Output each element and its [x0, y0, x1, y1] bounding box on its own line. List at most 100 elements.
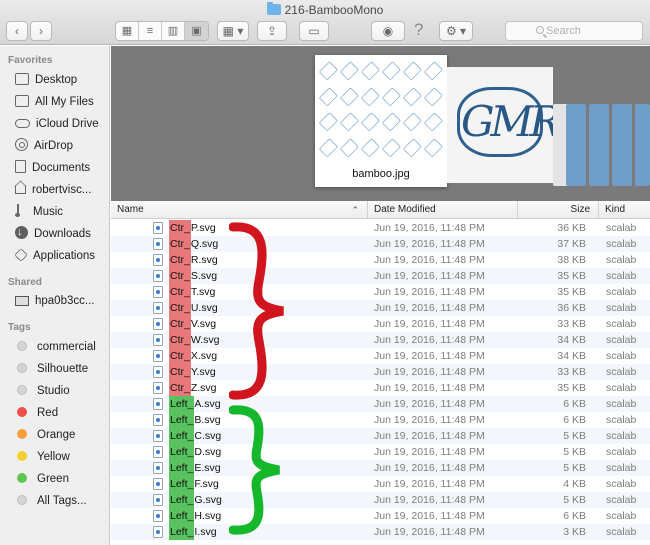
help-icon[interactable]: ? [414, 20, 423, 40]
sidebar-item-downloads[interactable]: Downloads [15, 222, 91, 244]
column-header-name[interactable]: Name ⌃ [111, 201, 367, 219]
tag-item-silhouette[interactable]: Silhouette [15, 359, 88, 379]
table-row[interactable]: Ctr_Z.svg Jun 19, 2016, 11:48 PM 35 KB scal… [111, 380, 650, 396]
tag-label: Silhouette [37, 363, 89, 375]
table-row[interactable]: Left_E.svg Jun 19, 2016, 11:48 PM 5 KB scal… [111, 460, 650, 476]
file-name-prefix: Ctr_ [169, 236, 191, 252]
sidebar-item-label: iCloud Drive [36, 118, 99, 130]
file-date: Jun 19, 2016, 11:48 PM [374, 286, 485, 298]
arrange-button[interactable]: ▦ ▾ [217, 21, 249, 41]
file-size: 34 KB [557, 350, 586, 362]
cover-item[interactable] [635, 104, 650, 186]
file-date: Jun 19, 2016, 11:48 PM [374, 510, 485, 522]
file-kind: scalab [606, 430, 637, 442]
sidebar-item-all-my-files[interactable]: All My Files [15, 92, 94, 112]
tag-icon[interactable]: ▭ [299, 21, 329, 41]
file-date: Jun 19, 2016, 11:48 PM [374, 478, 485, 490]
sidebar-item-desktop[interactable]: Desktop [15, 70, 77, 90]
sidebar-item-label: Desktop [35, 74, 78, 86]
cover-item[interactable] [566, 104, 586, 186]
column-header-kind[interactable]: Kind [598, 201, 650, 219]
file-name-rest: Z.svg [190, 382, 217, 394]
file-date: Jun 19, 2016, 11:48 PM [374, 462, 485, 474]
column-header-size[interactable]: Size [517, 201, 598, 219]
table-row[interactable]: Ctr_Y.svg Jun 19, 2016, 11:48 PM 33 KB scal… [111, 364, 650, 380]
sidebar-item-documents[interactable]: Documents [15, 158, 90, 178]
file-size: 35 KB [557, 382, 586, 394]
tag-item-yellow[interactable]: Yellow [15, 447, 70, 467]
back-button[interactable]: ‹ [6, 21, 28, 41]
sidebar-item-airdrop[interactable]: AirDrop [15, 136, 73, 156]
quick-look-icon[interactable]: ◉ [371, 21, 405, 41]
file-name: Left_A.svg [169, 396, 221, 412]
cover-flow-view-icon[interactable]: ▣ [185, 22, 208, 40]
table-row[interactable]: Left_D.svg Jun 19, 2016, 11:48 PM 5 KB scal… [111, 444, 650, 460]
table-row[interactable]: Ctr_Q.svg Jun 19, 2016, 11:48 PM 37 KB scal… [111, 236, 650, 252]
table-row[interactable]: Left_G.svg Jun 19, 2016, 11:48 PM 5 KB scal… [111, 492, 650, 508]
cover-item[interactable] [589, 104, 609, 186]
table-row[interactable]: Left_B.svg Jun 19, 2016, 11:48 PM 6 KB scal… [111, 412, 650, 428]
file-name: Left_H.svg [169, 508, 221, 524]
file-date: Jun 19, 2016, 11:48 PM [374, 270, 485, 282]
sidebar-item-applications[interactable]: Applications [14, 246, 95, 266]
file-date: Jun 19, 2016, 11:48 PM [374, 414, 485, 426]
forward-button[interactable]: › [30, 21, 52, 41]
table-row[interactable]: Left_I.svg Jun 19, 2016, 11:48 PM 3 KB scal… [111, 524, 650, 540]
tag-item-orange[interactable]: Orange [15, 425, 75, 445]
file-kind: scalab [606, 254, 637, 266]
sidebar-item-shared-computer[interactable]: hpa0b3cc... [15, 291, 94, 311]
search-input[interactable]: Search [505, 21, 643, 41]
tag-label: Studio [37, 385, 70, 397]
tag-item-studio[interactable]: Studio [15, 381, 70, 401]
sidebar-item-home[interactable]: robertvisc... [15, 180, 91, 200]
table-row[interactable]: Ctr_P.svg Jun 19, 2016, 11:48 PM 36 KB scal… [111, 220, 650, 236]
action-gear-icon[interactable]: ⚙ ▾ [439, 21, 473, 41]
file-name-rest: C.svg [194, 430, 222, 442]
table-row[interactable]: Left_C.svg Jun 19, 2016, 11:48 PM 5 KB scal… [111, 428, 650, 444]
file-date: Jun 19, 2016, 11:48 PM [374, 238, 485, 250]
file-name: Left_E.svg [169, 460, 221, 476]
icon-view-icon[interactable]: ▦ [116, 22, 139, 40]
file-name-prefix: Ctr_ [169, 364, 191, 380]
file-size: 5 KB [563, 430, 586, 442]
share-icon[interactable]: ⇪ [257, 21, 287, 41]
svg-file-icon [153, 334, 163, 346]
search-icon [536, 26, 544, 34]
column-view-icon[interactable]: ▥ [162, 22, 185, 40]
sidebar-item-music[interactable]: Music [15, 202, 63, 222]
preview-thumbnail[interactable]: bamboo.jpg [315, 55, 447, 187]
file-date: Jun 19, 2016, 11:48 PM [374, 398, 485, 410]
svg-file-icon [153, 318, 163, 330]
table-row[interactable]: Left_A.svg Jun 19, 2016, 11:48 PM 6 KB scal… [111, 396, 650, 412]
file-name: Ctr_P.svg [169, 220, 216, 236]
monogram-grid-image [319, 59, 443, 159]
table-row[interactable]: Ctr_R.svg Jun 19, 2016, 11:48 PM 38 KB scal… [111, 252, 650, 268]
column-header-date[interactable]: Date Modified [367, 201, 517, 219]
table-row[interactable]: Ctr_U.svg Jun 19, 2016, 11:48 PM 36 KB scal… [111, 300, 650, 316]
file-name: Ctr_Z.svg [169, 380, 217, 396]
view-mode-segment[interactable]: ▦ ≡ ▥ ▣ [115, 21, 209, 41]
table-row[interactable]: Ctr_X.svg Jun 19, 2016, 11:48 PM 34 KB scal… [111, 348, 650, 364]
file-size: 35 KB [557, 286, 586, 298]
list-view-icon[interactable]: ≡ [139, 22, 162, 40]
table-row[interactable]: Left_F.svg Jun 19, 2016, 11:48 PM 4 KB scal… [111, 476, 650, 492]
tag-label: All Tags... [37, 495, 87, 507]
file-kind: scalab [606, 526, 637, 538]
file-name: Ctr_T.svg [169, 284, 215, 300]
tag-item-green[interactable]: Green [15, 469, 69, 489]
monogram-image[interactable]: GMR [447, 67, 561, 183]
table-row[interactable]: Ctr_W.svg Jun 19, 2016, 11:48 PM 34 KB scal… [111, 332, 650, 348]
tag-item-commercial[interactable]: commercial [15, 337, 96, 357]
svg-file-icon [153, 510, 163, 522]
tag-item-red[interactable]: Red [15, 403, 58, 423]
cover-item[interactable] [612, 104, 632, 186]
table-row[interactable]: Ctr_S.svg Jun 19, 2016, 11:48 PM 35 KB scal… [111, 268, 650, 284]
sidebar-item-icloud-drive[interactable]: iCloud Drive [15, 114, 99, 134]
table-row[interactable]: Ctr_T.svg Jun 19, 2016, 11:48 PM 35 KB scal… [111, 284, 650, 300]
file-date: Jun 19, 2016, 11:48 PM [374, 446, 485, 458]
table-row[interactable]: Ctr_V.svg Jun 19, 2016, 11:48 PM 33 KB scal… [111, 316, 650, 332]
tag-item-all-tags[interactable]: All Tags... [15, 491, 87, 511]
file-size: 36 KB [557, 222, 586, 234]
sidebar-item-label: Documents [32, 162, 91, 174]
table-row[interactable]: Left_H.svg Jun 19, 2016, 11:48 PM 6 KB scal… [111, 508, 650, 524]
